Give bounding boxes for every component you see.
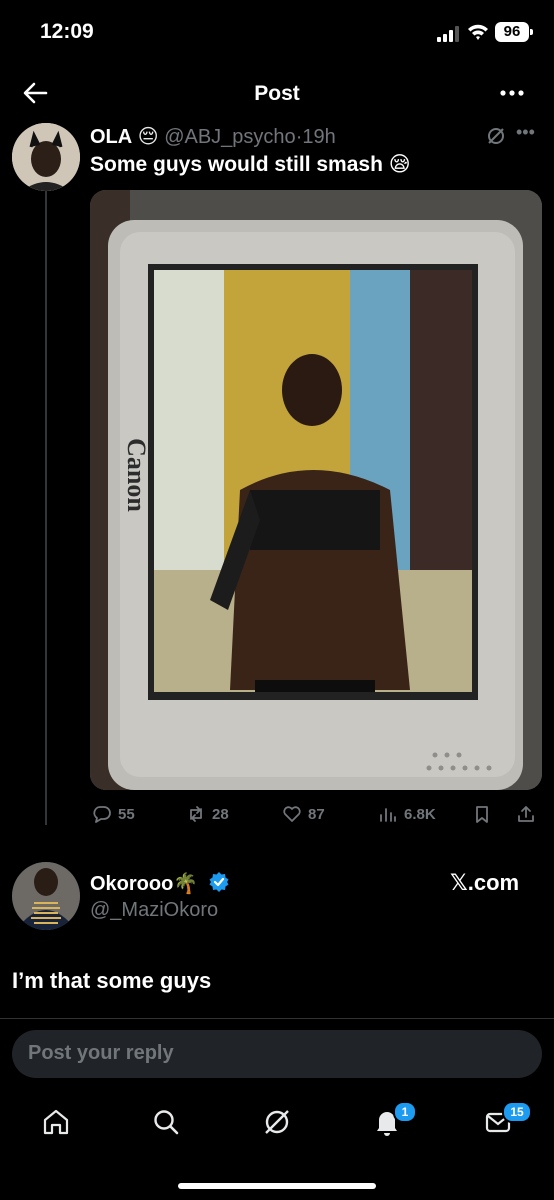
avatar[interactable] (12, 862, 80, 930)
home-indicator (178, 1183, 376, 1189)
source-label: 𝕏.com (450, 870, 520, 895)
quote-text: I’m that some guys (12, 968, 212, 993)
post-text: Some guys would still smash (90, 153, 383, 176)
quote-author-line: Okorooo🌴 (90, 871, 230, 896)
status-time: 12:09 (40, 20, 94, 43)
notifications-badge: 1 (393, 1101, 417, 1123)
search-icon[interactable] (150, 1106, 182, 1138)
post-image[interactable]: Canon (90, 190, 542, 790)
quote-author-handle[interactable]: @_MaziOkoro (90, 899, 218, 922)
like-count: 87 (308, 805, 325, 823)
messages-badge: 15 (502, 1101, 532, 1123)
share-button[interactable] (516, 804, 536, 824)
camera-brand-label: Canon (122, 438, 151, 512)
post-author-line: OLA 😔 @ABJ_psycho·19h (90, 124, 336, 149)
verified-badge-icon (209, 872, 229, 892)
share-icon (518, 806, 534, 822)
bookmark-button[interactable] (472, 804, 492, 824)
home-icon[interactable] (40, 1106, 72, 1138)
battery-indicator: 96 (495, 22, 533, 42)
post-time: 19h (302, 126, 336, 148)
views-button[interactable]: 6.8K (378, 804, 436, 824)
quote-author-name[interactable]: Okorooo (90, 873, 173, 895)
reply-icon (93, 806, 111, 823)
author-name[interactable]: OLA (90, 126, 132, 148)
grok-icon[interactable] (486, 126, 506, 146)
repost-icon (190, 806, 202, 822)
repost-button[interactable]: 28 (186, 804, 229, 824)
thread-connector-line (45, 190, 47, 825)
views-icon (380, 808, 396, 822)
bookmark-icon (476, 806, 488, 823)
grok-tab-icon[interactable] (261, 1106, 293, 1138)
page-title: Post (254, 82, 300, 105)
heart-icon (283, 806, 301, 822)
repost-count: 28 (212, 805, 229, 823)
more-options-icon[interactable] (498, 83, 526, 103)
author-handle[interactable]: @ABJ_psycho (164, 126, 295, 148)
divider (0, 1018, 554, 1019)
views-count: 6.8K (404, 805, 436, 823)
quote-author-emoji: 🌴 (173, 873, 199, 895)
post-text-line: Some guys would still smash 😪 (90, 152, 411, 177)
wifi-icon (468, 24, 488, 40)
post-emoji: 😪 (388, 153, 411, 176)
post-more-icon[interactable]: ••• (516, 122, 535, 143)
reply-count: 55 (118, 805, 135, 823)
author-emoji: 😔 (137, 126, 159, 148)
like-button[interactable]: 87 (282, 804, 325, 824)
reply-button[interactable]: 55 (92, 804, 135, 824)
reply-placeholder: Post your reply (28, 1042, 174, 1064)
avatar[interactable] (12, 123, 80, 191)
cellular-signal-icon (437, 26, 459, 42)
